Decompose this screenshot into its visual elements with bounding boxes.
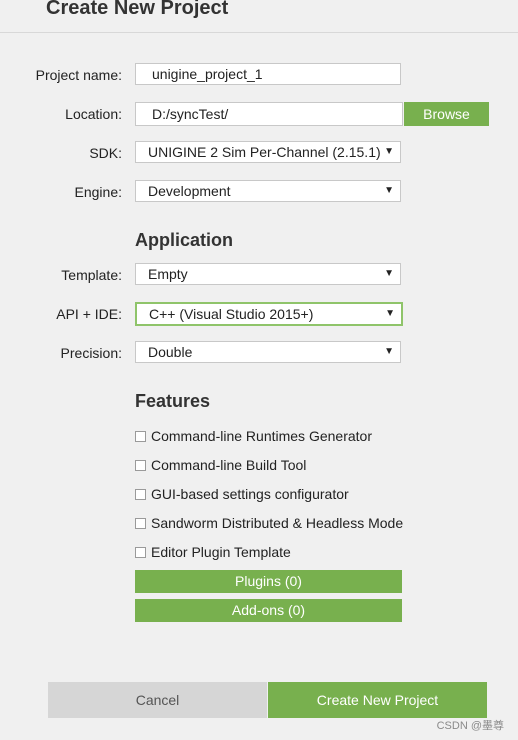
dropdown-arrow-icon: ▼ [385, 308, 395, 319]
project-name-label: Project name: [35, 67, 122, 83]
engine-value: Development [148, 183, 231, 199]
application-heading: Application [135, 230, 233, 250]
sdk-label: SDK: [89, 145, 122, 161]
title-divider [0, 32, 518, 33]
sdk-value: UNIGINE 2 Sim Per-Channel (2.15.1) [148, 144, 381, 160]
api-ide-select[interactable]: C++ (Visual Studio 2015+) ▼ [135, 302, 403, 326]
sdk-select[interactable]: UNIGINE 2 Sim Per-Channel (2.15.1) ▼ [135, 141, 401, 163]
feature-label: Command-line Runtimes Generator [151, 428, 372, 444]
dropdown-arrow-icon: ▼ [384, 346, 394, 357]
plugins-button[interactable]: Plugins (0) [135, 570, 402, 593]
checkbox[interactable] [135, 517, 146, 529]
feature-editor-plugin-template[interactable]: Editor Plugin Template [135, 544, 291, 560]
dialog-title: Create New Project [46, 0, 229, 19]
api-ide-label: API + IDE: [56, 306, 122, 322]
watermark: CSDN @墨尊 [436, 720, 504, 732]
checkbox[interactable] [135, 430, 146, 442]
location-value: D:/syncTest/ [152, 106, 229, 122]
features-heading: Features [135, 391, 211, 411]
precision-select[interactable]: Double ▼ [135, 341, 401, 363]
dropdown-arrow-icon: ▼ [384, 146, 394, 157]
precision-value: Double [148, 344, 193, 360]
create-project-button[interactable]: Create New Project [268, 682, 487, 718]
checkbox[interactable] [135, 546, 146, 558]
browse-button[interactable]: Browse [404, 102, 489, 126]
feature-sandworm-distributed[interactable]: Sandworm Distributed & Headless Mode [135, 515, 403, 531]
dropdown-arrow-icon: ▼ [384, 268, 394, 279]
engine-label: Engine: [74, 184, 122, 200]
checkbox[interactable] [135, 488, 146, 500]
feature-settings-configurator[interactable]: GUI-based settings configurator [135, 486, 349, 502]
template-label: Template: [61, 267, 122, 283]
location-input[interactable]: D:/syncTest/ [135, 102, 403, 126]
precision-label: Precision: [60, 345, 122, 361]
engine-select[interactable]: Development ▼ [135, 180, 401, 202]
feature-label: Editor Plugin Template [151, 544, 291, 560]
checkbox[interactable] [135, 459, 146, 471]
feature-label: GUI-based settings configurator [151, 486, 349, 502]
template-select[interactable]: Empty ▼ [135, 263, 401, 285]
api-ide-value: C++ (Visual Studio 2015+) [149, 306, 314, 322]
project-name-input[interactable]: unigine_project_1 [135, 63, 401, 85]
cancel-button[interactable]: Cancel [48, 682, 267, 718]
feature-label: Command-line Build Tool [151, 457, 307, 473]
addons-button[interactable]: Add-ons (0) [135, 599, 402, 622]
feature-build-tool[interactable]: Command-line Build Tool [135, 457, 306, 473]
dropdown-arrow-icon: ▼ [384, 185, 394, 196]
feature-label: Sandworm Distributed & Headless Mode [151, 515, 404, 531]
template-value: Empty [148, 266, 188, 282]
feature-runtimes-generator[interactable]: Command-line Runtimes Generator [135, 428, 372, 444]
location-label: Location: [65, 106, 122, 122]
project-name-value: unigine_project_1 [152, 66, 263, 82]
